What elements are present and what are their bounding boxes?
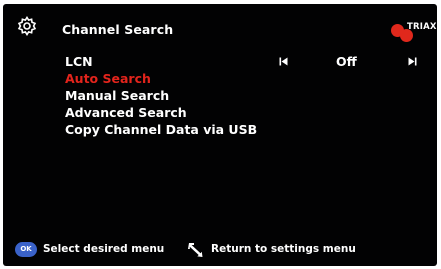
ok-hint: Select desired menu xyxy=(43,243,165,255)
page-title: Channel Search xyxy=(62,22,174,37)
brand-label: TRIAX xyxy=(407,22,437,32)
return-icon xyxy=(188,243,203,257)
skip-next-icon[interactable] xyxy=(408,57,417,66)
gear-icon xyxy=(17,16,37,36)
skip-previous-icon[interactable] xyxy=(279,57,288,66)
tv-screen: Channel Search TRIAX Off LCN Auto Search… xyxy=(3,4,437,266)
menu-item-advanced-search[interactable]: Advanced Search xyxy=(65,104,257,121)
triax-logo: TRIAX xyxy=(391,20,436,44)
search-menu: LCN Auto Search Manual Search Advanced S… xyxy=(65,53,257,138)
menu-item-copy-channel-data[interactable]: Copy Channel Data via USB xyxy=(65,121,257,138)
back-hint: Return to settings menu xyxy=(211,243,356,255)
ok-button-icon: OK xyxy=(15,242,37,257)
menu-item-manual-search[interactable]: Manual Search xyxy=(65,87,257,104)
lcn-value[interactable]: Off xyxy=(336,53,357,70)
menu-item-auto-search[interactable]: Auto Search xyxy=(65,70,257,87)
help-bar: OK Select desired menu Return to setting… xyxy=(3,240,437,260)
menu-item-lcn[interactable]: LCN xyxy=(65,53,257,70)
